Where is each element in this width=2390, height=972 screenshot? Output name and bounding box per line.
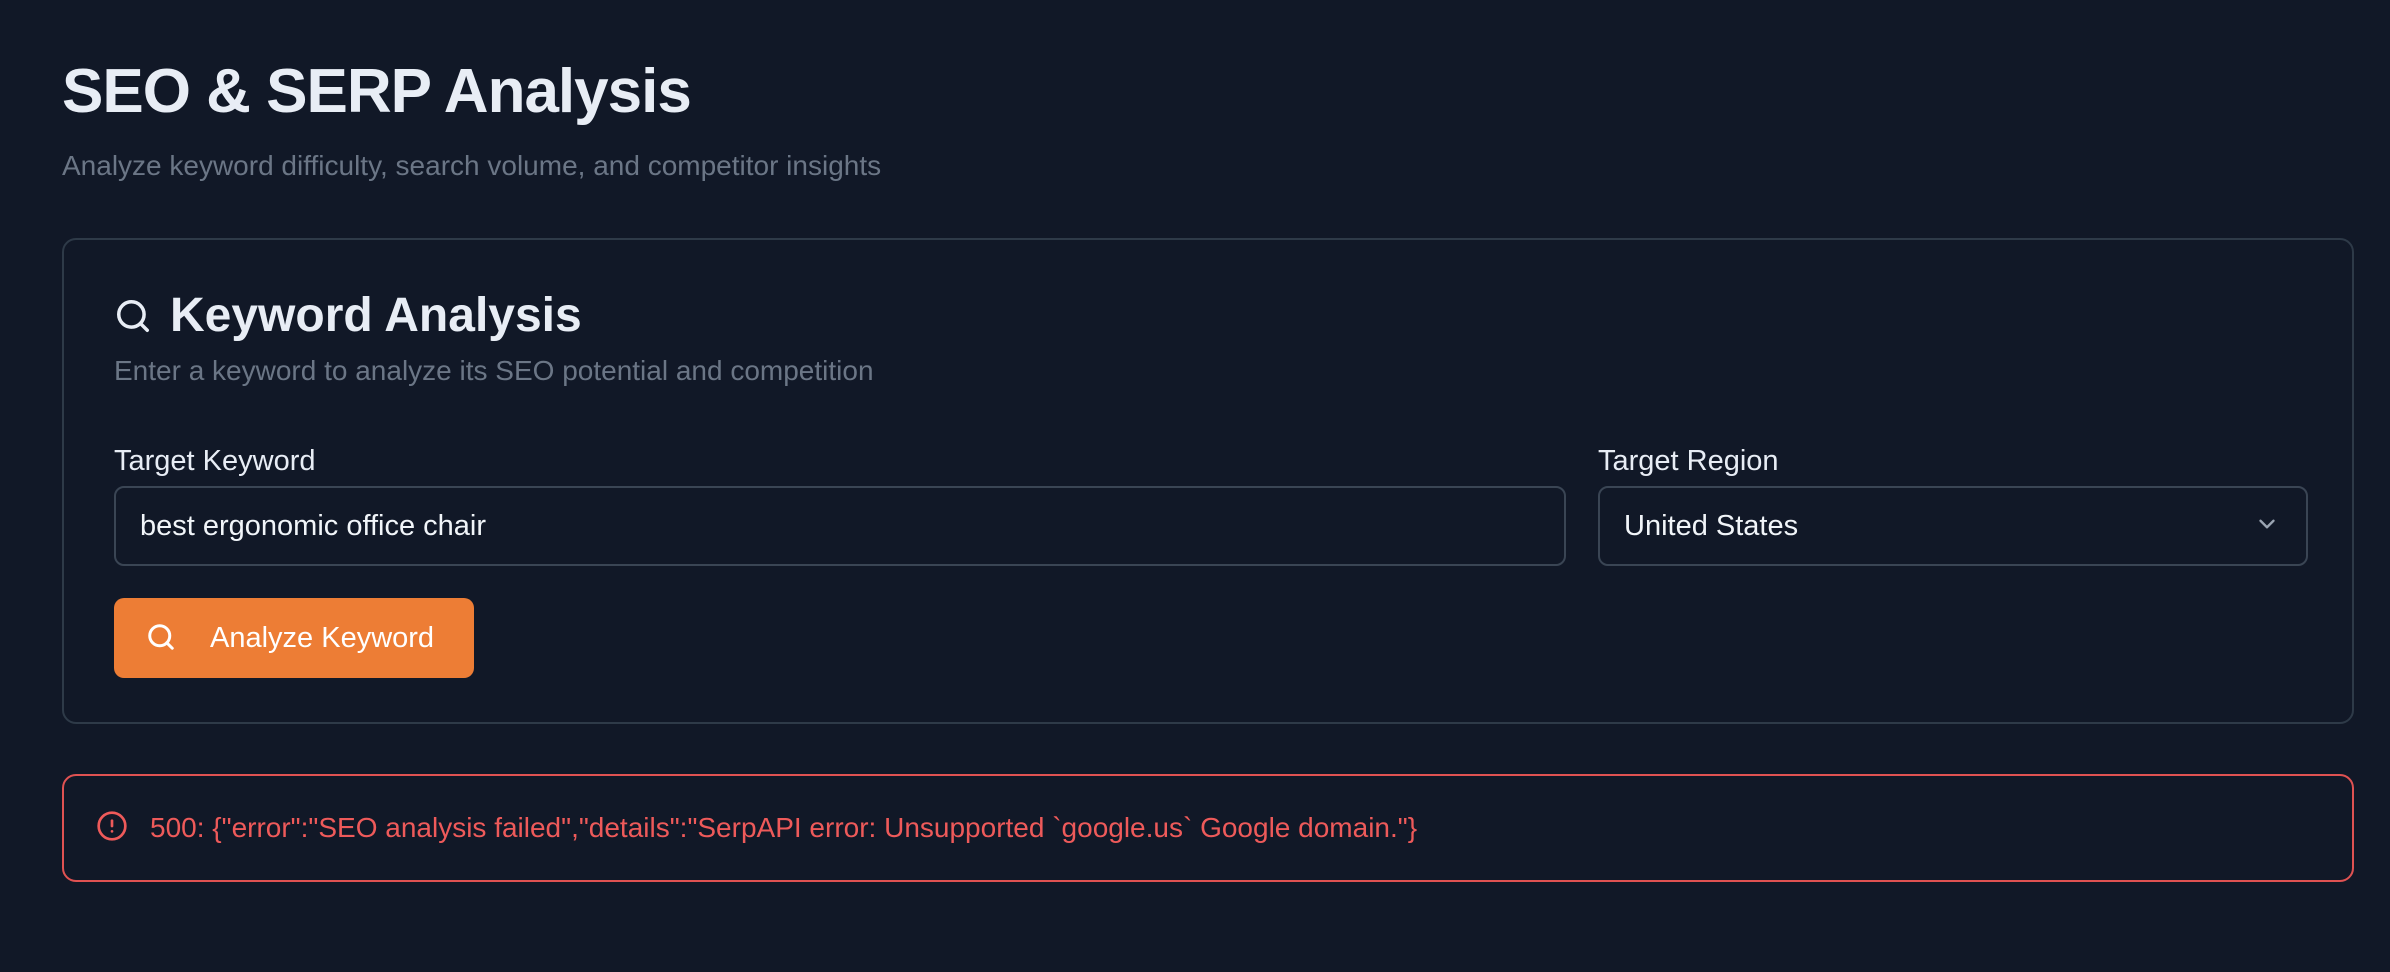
analyze-keyword-label: Analyze Keyword — [210, 621, 435, 654]
chevron-down-icon — [2254, 511, 2280, 542]
target-region-label: Target Region — [1598, 445, 1779, 477]
analyze-keyword-button[interactable]: Analyze Keyword — [114, 598, 474, 678]
error-alert: 500: {"error":"SEO analysis failed","det… — [62, 774, 2354, 882]
page-title: SEO & SERP Analysis — [62, 57, 692, 126]
card-description: Enter a keyword to analyze its SEO poten… — [114, 355, 874, 386]
target-region-value: United States — [1624, 509, 1799, 542]
target-keyword-label: Target Keyword — [114, 445, 316, 477]
target-keyword-input[interactable] — [114, 486, 1566, 566]
target-region-select[interactable]: United States — [1598, 486, 2308, 566]
search-icon — [146, 622, 176, 655]
card-title: Keyword Analysis — [170, 289, 582, 342]
alert-circle-icon — [96, 810, 128, 847]
keyword-analysis-card: Keyword Analysis Enter a keyword to anal… — [62, 238, 2354, 724]
error-message: 500: {"error":"SEO analysis failed","det… — [150, 812, 1418, 843]
search-icon — [114, 297, 152, 335]
card-header: Keyword Analysis — [114, 284, 582, 348]
page-subtitle: Analyze keyword difficulty, search volum… — [62, 150, 882, 181]
